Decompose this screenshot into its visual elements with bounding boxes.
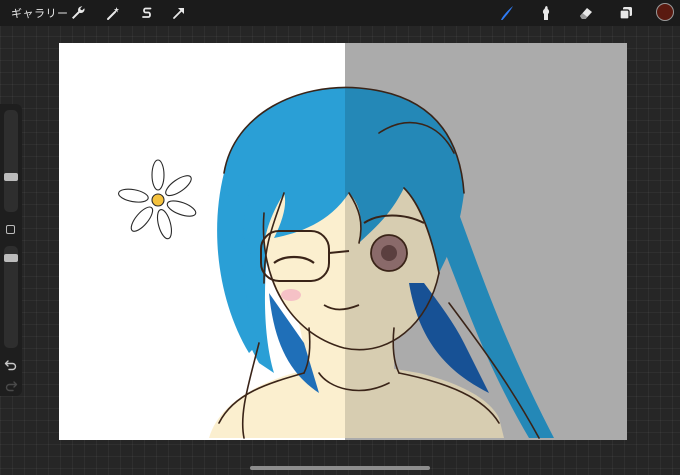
layers-icon[interactable] [616,3,636,23]
artwork [118,43,627,440]
color-picker-swatch[interactable] [656,3,674,21]
home-indicator [250,466,430,470]
magic-wand-icon[interactable] [103,3,123,23]
brush-icon[interactable] [497,3,517,23]
selection-s-icon[interactable] [137,3,157,23]
redo-icon[interactable] [4,378,18,392]
left-sidebar [0,104,22,396]
square-modify-icon[interactable] [6,225,15,234]
gallery-button[interactable]: ギャラリー [11,5,69,21]
undo-icon[interactable] [4,357,18,371]
brush-size-thumb[interactable] [4,173,18,181]
smudge-icon[interactable] [536,3,556,23]
eraser-icon[interactable] [576,3,596,23]
brush-size-slider[interactable] [4,110,18,212]
top-toolbar: ギャラリー [0,0,680,26]
blush [281,289,301,301]
daisy-flower-drawing [118,159,197,240]
transform-arrow-icon[interactable] [169,3,189,23]
wrench-icon[interactable] [68,3,88,23]
opacity-slider[interactable] [4,246,18,348]
drawing-canvas[interactable] [59,43,627,440]
opacity-thumb[interactable] [4,254,18,262]
